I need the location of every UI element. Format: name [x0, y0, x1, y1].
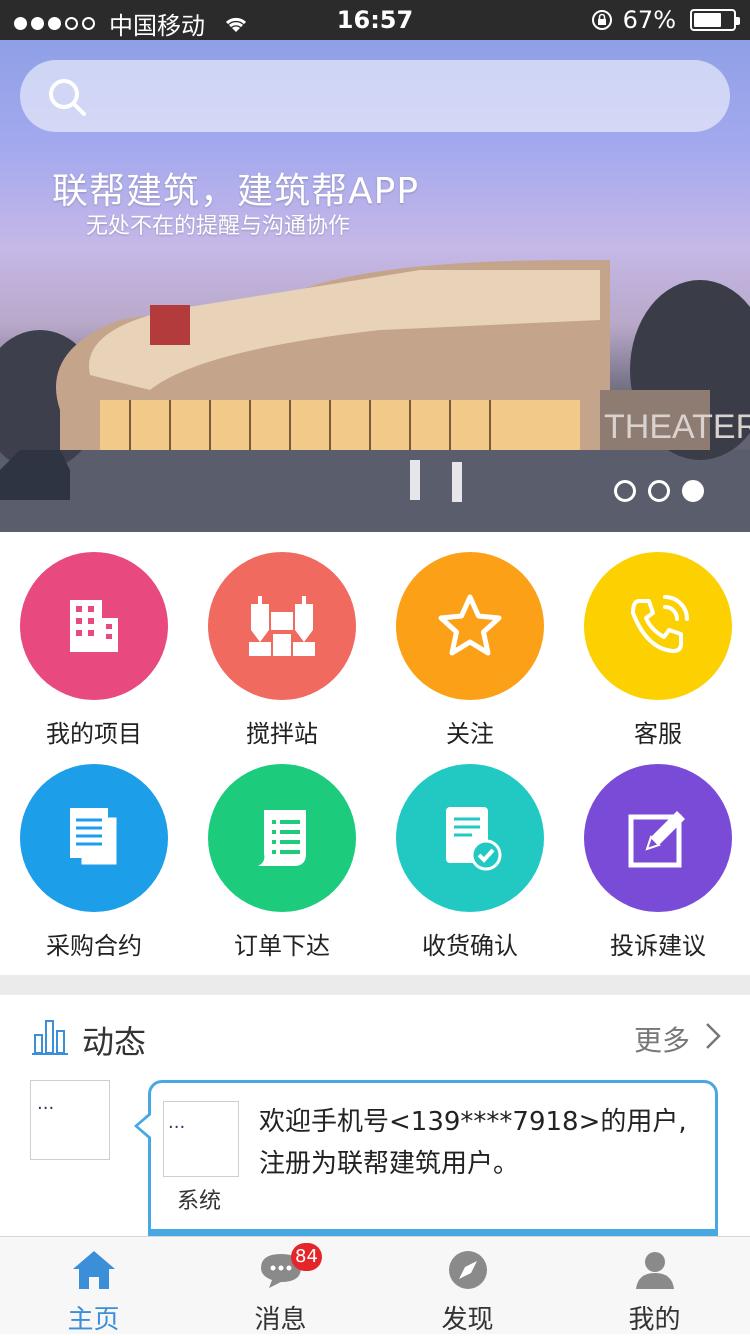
tab-discover[interactable]: 发现 — [374, 1247, 561, 1336]
battery-percent: 67% — [622, 6, 676, 34]
more-link[interactable]: 更多 — [634, 1019, 690, 1059]
avatar[interactable]: ... — [30, 1080, 110, 1160]
search-icon — [49, 79, 86, 116]
tab-label: 消息 — [254, 1305, 307, 1335]
feed-header: 动态 更多 — [0, 995, 750, 1079]
user-icon — [635, 1252, 674, 1289]
grid-item-mixing-station[interactable]: 搅拌站 — [188, 552, 376, 749]
pager-dot[interactable] — [648, 480, 670, 502]
phone-icon — [631, 595, 689, 653]
tab-label: 主页 — [67, 1305, 120, 1335]
grid-icon-circle — [584, 552, 732, 700]
grid-item-label: 搅拌站 — [246, 720, 318, 748]
grid-item-label: 关注 — [446, 720, 494, 748]
grid-icon-circle — [208, 552, 356, 700]
chevron-right-icon[interactable] — [704, 1021, 722, 1051]
sender-avatar: ... — [163, 1101, 239, 1177]
grid-item-label: 采购合约 — [46, 932, 142, 960]
tab-messages[interactable]: 84 消息 — [187, 1243, 374, 1336]
theater-sign: THEATER — [604, 408, 750, 446]
tab-bar: 主页 84 消息 发现 我的 — [0, 1236, 750, 1336]
banner-carousel[interactable]: THEATER 联帮建筑，建筑帮APP 无处不在的提醒与沟通协作 — [0, 40, 750, 532]
feed-message-card[interactable]: ... 系统 欢迎手机号<139****7918>的用户,注册为联帮建筑用户。 — [148, 1080, 718, 1260]
grid-item-label: 收货确认 — [422, 932, 518, 960]
documents-icon — [70, 808, 120, 868]
grid-item-customer-service[interactable]: 客服 — [564, 552, 750, 749]
feed-title: 动态 — [82, 1023, 147, 1061]
grid-icon-circle — [20, 552, 168, 700]
message-text: 欢迎手机号<139****7918>的用户,注册为联帮建筑用户。 — [259, 1107, 687, 1179]
compass-icon — [448, 1251, 487, 1289]
unread-badge: 84 — [291, 1243, 322, 1271]
star-icon — [438, 594, 502, 656]
grid-item-my-projects[interactable]: 我的项目 — [0, 552, 188, 749]
grid-item-feedback[interactable]: 投诉建议 — [564, 764, 750, 961]
battery-icon — [690, 9, 740, 31]
carousel-pager[interactable] — [614, 480, 704, 502]
status-right: 67% — [591, 6, 740, 34]
mixing-plant-icon — [249, 596, 315, 656]
bubble-arrow-inner — [138, 1115, 151, 1137]
grid-item-label: 投诉建议 — [610, 932, 706, 960]
grid-icon-circle — [20, 764, 168, 912]
status-bar: 中国移动 16:57 67% — [0, 0, 750, 40]
section-divider — [0, 975, 750, 995]
pager-dot[interactable] — [614, 480, 636, 502]
sender-name: 系统 — [177, 1189, 222, 1214]
grid-item-label: 订单下达 — [234, 932, 330, 960]
receipt-check-icon — [446, 807, 502, 871]
grid-item-label: 客服 — [634, 720, 682, 748]
grid-item-place-order[interactable]: 订单下达 — [188, 764, 376, 961]
grid-item-purchase-contract[interactable]: 采购合约 — [0, 764, 188, 961]
banner-subtitle: 无处不在的提醒与沟通协作 — [86, 214, 351, 239]
bar-chart-icon — [32, 1020, 68, 1055]
grid-item-label: 我的项目 — [46, 720, 142, 748]
tab-profile[interactable]: 我的 — [561, 1247, 748, 1336]
grid-item-receipt-confirm[interactable]: 收货确认 — [376, 764, 564, 961]
tab-label: 发现 — [441, 1305, 494, 1335]
home-icon — [72, 1251, 115, 1289]
grid-item-follow[interactable]: 关注 — [376, 552, 564, 749]
grid-icon-circle — [396, 764, 544, 912]
tab-label: 我的 — [628, 1305, 681, 1335]
scroll-list-icon — [258, 810, 306, 866]
banner-title: 联帮建筑，建筑帮APP — [52, 171, 420, 212]
edit-icon — [628, 811, 685, 868]
grid-icon-circle — [584, 764, 732, 912]
grid-icon-circle — [208, 764, 356, 912]
grid-icon-circle — [396, 552, 544, 700]
search-bar[interactable] — [20, 60, 730, 132]
rotation-lock-icon — [591, 10, 612, 30]
tab-home[interactable]: 主页 — [0, 1247, 187, 1336]
pager-dot-active[interactable] — [682, 480, 704, 502]
building-icon — [70, 600, 118, 652]
